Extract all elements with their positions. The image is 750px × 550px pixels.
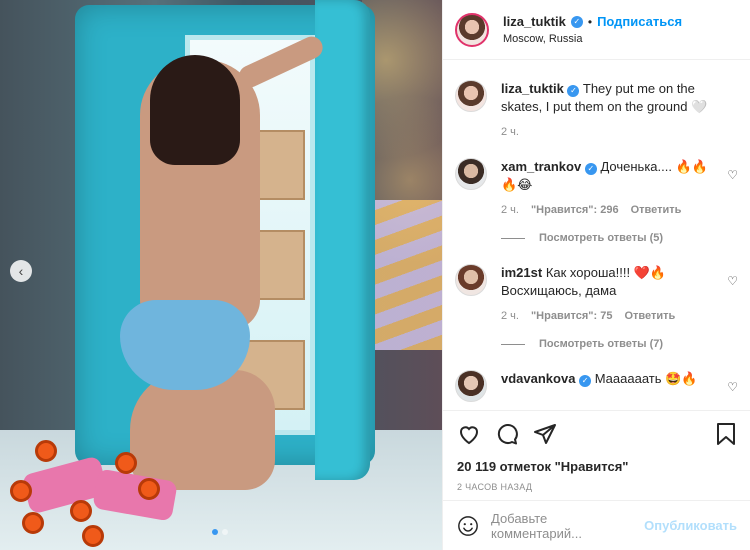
post-sidebar: liza_tuktik ✓ • Подписаться Moscow, Russ… — [442, 0, 750, 550]
verified-icon: ✓ — [584, 163, 597, 175]
like-comment-icon[interactable]: ♡ — [727, 168, 738, 182]
skate-wheel — [115, 452, 137, 474]
comment-input[interactable]: Добавьте комментарий... — [491, 511, 632, 541]
comment-time: 2 ч. — [501, 310, 519, 322]
comment-likes[interactable]: "Нравится": 75 — [531, 310, 612, 322]
add-comment-bar: Добавьте комментарий... Опубликовать — [443, 500, 750, 550]
comment-likes[interactable]: "Нравится": 296 — [531, 204, 619, 216]
author-avatar[interactable] — [455, 12, 489, 47]
comment-author[interactable]: xam_trankov — [501, 159, 581, 174]
replies-line — [501, 237, 525, 239]
verified-icon: ✓ — [567, 85, 580, 97]
follow-button[interactable]: Подписаться — [597, 14, 682, 29]
figure-hips — [120, 300, 250, 390]
comment-author[interactable]: im21st — [501, 265, 542, 280]
likes-count[interactable]: 20 119 отметок "Нравится" — [457, 459, 737, 474]
chevron-left-icon: ‹ — [18, 263, 24, 279]
post-actions: 20 119 отметок "Нравится" 2 ЧАСОВ НАЗАД — [443, 410, 750, 492]
carousel-dots — [212, 529, 228, 535]
like-icon[interactable] — [457, 423, 481, 445]
like-comment-icon[interactable]: ♡ — [727, 380, 738, 394]
reply-button[interactable]: Ответить — [631, 204, 682, 216]
fridge-door — [315, 0, 370, 480]
post-header: liza_tuktik ✓ • Подписаться Moscow, Russ… — [443, 0, 750, 60]
view-replies-label: Посмотреть ответы (7) — [539, 338, 664, 350]
replies-line — [501, 343, 525, 345]
post-time: 2 ЧАСОВ НАЗАД — [457, 482, 533, 492]
post-location[interactable]: Moscow, Russia — [503, 33, 682, 45]
skate-wheel — [35, 440, 57, 462]
caption-avatar[interactable] — [455, 80, 487, 112]
skate-wheel — [70, 500, 92, 522]
figure-hair — [150, 55, 240, 165]
comment-avatar[interactable] — [455, 264, 487, 296]
comment-avatar[interactable] — [455, 370, 487, 402]
post-photo[interactable]: ‹ — [0, 0, 442, 550]
like-comment-icon[interactable]: ♡ — [727, 274, 738, 288]
caption-time: 2 ч. — [501, 126, 519, 138]
share-icon[interactable] — [533, 422, 557, 446]
comment-item: im21st Как хороша!!!! ❤️🔥 Восхищаюсь, да… — [455, 264, 738, 350]
comment-time: 2 ч. — [501, 204, 519, 216]
publish-button[interactable]: Опубликовать — [644, 518, 737, 533]
carousel-dot — [222, 529, 228, 535]
skate-wheel — [22, 512, 44, 534]
comment-item: xam_trankov ✓ Доченька.... 🔥🔥🔥😂 2 ч. "Нр… — [455, 158, 738, 244]
caption: liza_tuktik ✓ They put me on the skates,… — [455, 80, 738, 138]
view-replies-button[interactable]: Посмотреть ответы (7) — [501, 338, 722, 350]
view-replies-label: Посмотреть ответы (5) — [539, 232, 664, 244]
skate-wheel — [82, 525, 104, 547]
reply-button[interactable]: Ответить — [624, 310, 675, 322]
bookmark-icon[interactable] — [715, 422, 737, 446]
carousel-prev-button[interactable]: ‹ — [10, 260, 32, 282]
comment-text: Маааааать 🤩🔥 — [594, 371, 698, 386]
carousel-dot-active — [212, 529, 218, 535]
comment-item: vdavankova ✓ Маааааать 🤩🔥 ♡ — [455, 370, 738, 402]
skate-wheel — [138, 478, 160, 500]
emoji-icon[interactable] — [457, 515, 479, 537]
caption-author[interactable]: liza_tuktik — [501, 81, 564, 96]
verified-icon: ✓ — [579, 375, 592, 387]
comment-icon[interactable] — [495, 422, 519, 446]
comments-list[interactable]: liza_tuktik ✓ They put me on the skates,… — [443, 60, 750, 410]
separator: • — [587, 14, 593, 29]
skate-wheel — [10, 480, 32, 502]
comment-avatar[interactable] — [455, 158, 487, 190]
comment-author[interactable]: vdavankova — [501, 371, 575, 386]
view-replies-button[interactable]: Посмотреть ответы (5) — [501, 232, 722, 244]
author-username[interactable]: liza_tuktik — [503, 14, 566, 29]
verified-icon: ✓ — [570, 15, 583, 28]
